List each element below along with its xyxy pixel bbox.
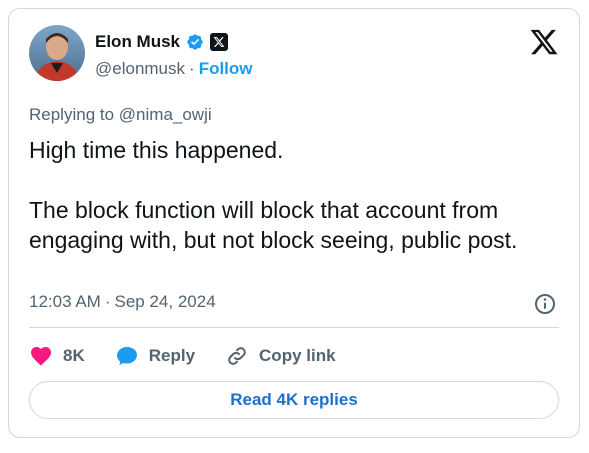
author-handle[interactable]: @elonmusk: [95, 59, 185, 78]
replying-to: Replying to @nima_owji: [29, 105, 212, 125]
author-handle-row: @elonmusk · Follow: [95, 59, 253, 79]
like-count: 8K: [63, 346, 85, 365]
info-icon[interactable]: [533, 292, 557, 316]
like-button[interactable]: 8K: [29, 344, 85, 368]
replying-to-mention[interactable]: @nima_owji: [119, 105, 212, 124]
replying-to-prefix: Replying to: [29, 105, 115, 124]
heart-icon: [29, 344, 53, 368]
divider: [29, 327, 559, 328]
action-bar: 8K Reply Copy link: [29, 341, 336, 371]
avatar-photo: [29, 25, 85, 81]
tweet-date: Sep 24, 2024: [114, 292, 216, 311]
tweet-card: Elon Musk @elonmusk · Follow Replying to @…: [8, 8, 580, 438]
timestamp-separator: ·: [104, 292, 111, 311]
author-name-row: Elon Musk: [95, 31, 229, 53]
verified-badge-icon: [186, 33, 204, 51]
reply-label: Reply: [148, 346, 196, 365]
reply-button[interactable]: Reply: [115, 344, 195, 368]
author-name[interactable]: Elon Musk: [95, 32, 180, 52]
follow-button[interactable]: Follow: [199, 59, 253, 78]
copy-link-label: Copy link: [259, 346, 336, 365]
avatar[interactable]: [29, 25, 85, 81]
link-icon: [225, 344, 249, 368]
speech-bubble-icon: [115, 344, 139, 368]
copy-link-button[interactable]: Copy link: [225, 344, 336, 368]
tweet-text: High time this happened. The block funct…: [29, 137, 518, 253]
handle-separator: ·: [189, 59, 195, 78]
x-affiliation-icon: [210, 33, 229, 51]
tweet-timestamp[interactable]: 12:03 AM · Sep 24, 2024: [29, 292, 216, 312]
read-replies-button[interactable]: Read 4K replies: [29, 381, 559, 419]
tweet-time: 12:03 AM: [29, 292, 101, 311]
x-logo-icon[interactable]: [529, 27, 559, 57]
